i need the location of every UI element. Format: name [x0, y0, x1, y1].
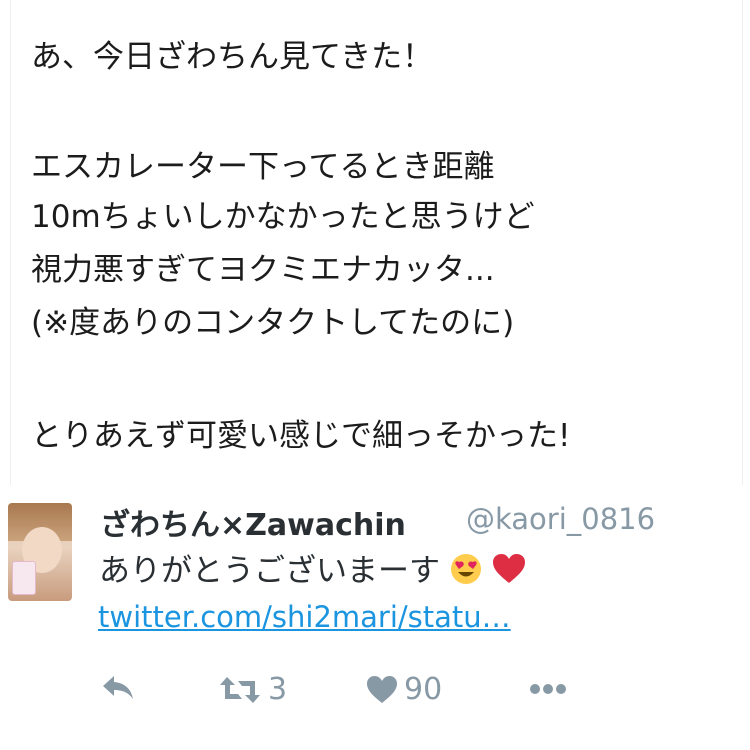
quoted-tweet-line: とりあえず可愛い感じで細っそかった! — [31, 418, 571, 454]
red-heart-icon — [492, 553, 526, 593]
tweet-text: ありがとうございまーす — [99, 545, 526, 593]
tweet-actions: 3 90 — [100, 672, 620, 722]
display-name[interactable]: ざわちん×Zawachin — [100, 500, 406, 544]
avatar[interactable] — [8, 503, 72, 601]
tweet-link[interactable]: twitter.com/shi2mari/statu… — [98, 600, 511, 634]
quoted-tweet-line: 視力悪すぎてヨクミエナカッタ... — [31, 252, 495, 288]
more-dots-icon — [528, 682, 568, 696]
quoted-tweet-line: 10mちょいしかなかったと思うけど — [31, 199, 535, 235]
quoted-tweet-line: あ、今日ざわちん見てきた！ — [31, 39, 434, 75]
retweet-button[interactable]: 3 — [218, 672, 287, 707]
quoted-tweet: あ、今日ざわちん見てきた！ エスカレーター下ってるとき距離 10mちょいしかなか… — [10, 0, 743, 485]
like-count: 90 — [404, 672, 443, 707]
tweet-text-content: ありがとうございまーす — [99, 553, 440, 589]
quoted-tweet-line: (※度ありのコンタクトしてたのに) — [31, 305, 515, 341]
quoted-tweet-line: エスカレーター下ってるとき距離 — [31, 149, 495, 185]
reply-arrow-icon — [100, 672, 136, 702]
heart-eyes-face-icon — [450, 553, 482, 593]
retweet-icon — [218, 675, 262, 705]
user-handle[interactable]: @kaori_0816 — [466, 502, 655, 536]
retweet-count: 3 — [268, 672, 288, 707]
more-button[interactable] — [528, 682, 568, 696]
like-button[interactable]: 90 — [366, 672, 442, 707]
heart-icon — [366, 675, 398, 705]
reply-button[interactable] — [100, 672, 136, 702]
